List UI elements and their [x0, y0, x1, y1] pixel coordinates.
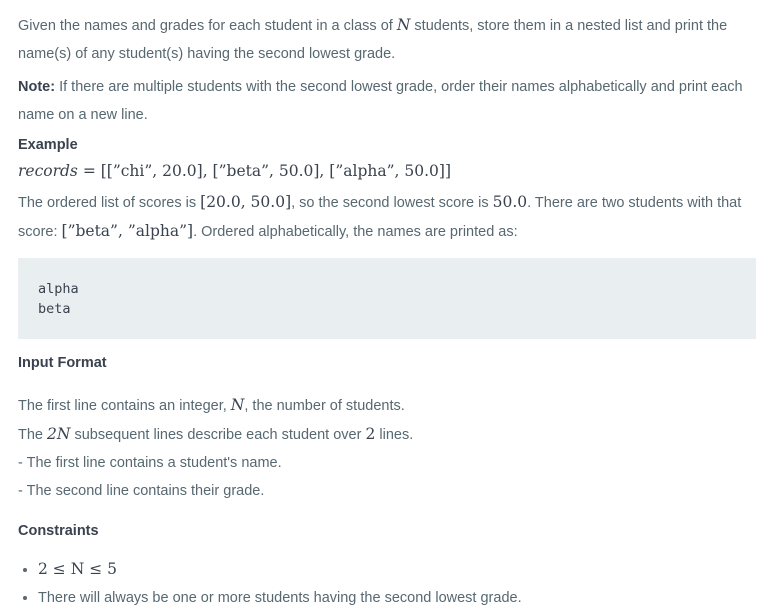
- variable-n: N: [396, 16, 411, 34]
- intro-paragraph: Given the names and grades for each stud…: [18, 16, 728, 62]
- input-format-heading: Input Format: [18, 355, 107, 371]
- names-list: [”beta”, ”alpha”]: [61, 222, 194, 240]
- second-lowest-score: 50.0: [492, 193, 528, 211]
- constraint-item: There will always be one or more student…: [38, 584, 756, 612]
- constraints-list: 2 ≤ N ≤ 5 There will always be one or mo…: [18, 555, 756, 612]
- constraint-item: 2 ≤ N ≤ 5: [38, 555, 756, 584]
- note-paragraph: Note: If there are multiple students wit…: [18, 79, 743, 123]
- input-line-3: - The first line contains a student's na…: [18, 455, 282, 471]
- example-heading: Example: [18, 137, 78, 153]
- scores-list: [20.0, 50.0]: [200, 193, 292, 211]
- records-expression: records = [[”chi”, 20.0], [”beta”, 50.0]…: [18, 162, 451, 180]
- input-line-2: The 2N subsequent lines describe each st…: [18, 425, 414, 443]
- input-line-4: - The second line contains their grade.: [18, 483, 265, 499]
- problem-statement: Given the names and grades for each stud…: [0, 0, 774, 612]
- input-format-body: The first line contains an integer, N, t…: [18, 391, 756, 505]
- example-explanation: The ordered list of scores is [20.0, 50.…: [18, 193, 742, 240]
- note-label: Note:: [18, 79, 56, 95]
- example-output-code-block: alpha beta: [18, 258, 756, 339]
- input-line-1: The first line contains an integer, N, t…: [18, 396, 405, 414]
- constraints-heading: Constraints: [18, 523, 99, 539]
